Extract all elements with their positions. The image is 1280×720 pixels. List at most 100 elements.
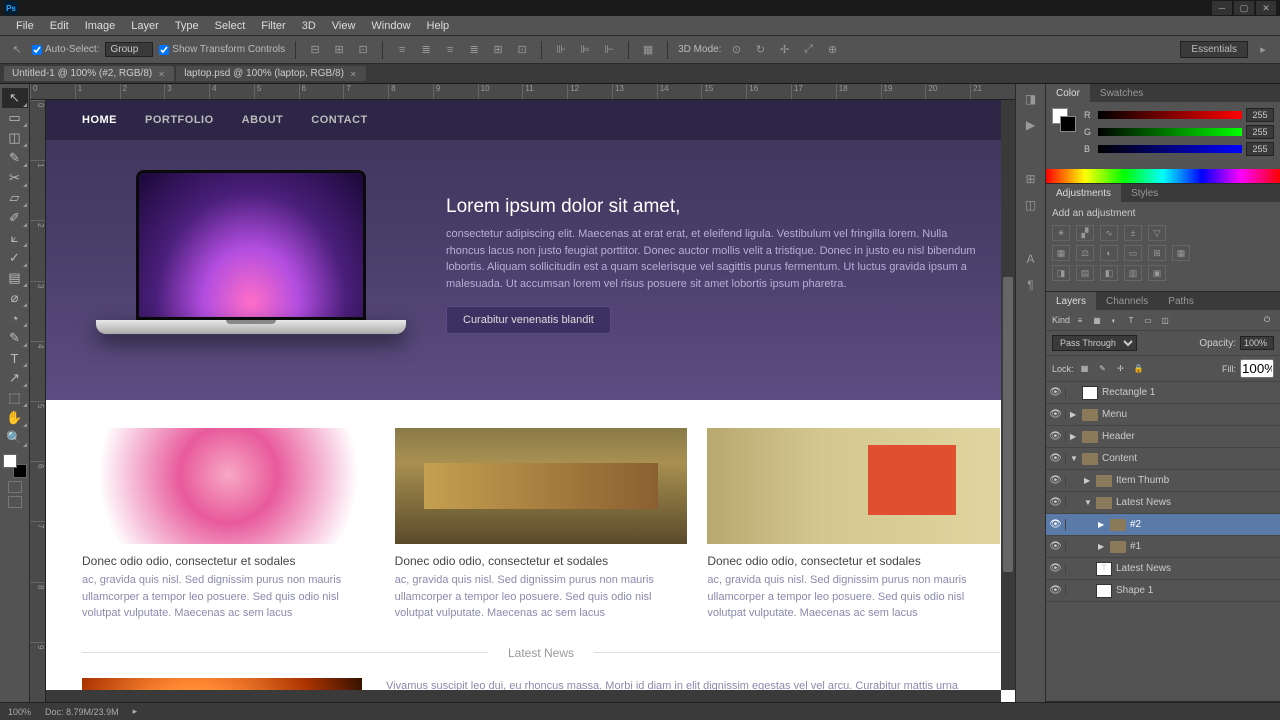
align-icon[interactable]: ≣ <box>417 41 435 59</box>
adj-threshold-icon[interactable]: ◧ <box>1100 265 1118 281</box>
char-icon[interactable]: A <box>1022 250 1040 268</box>
distribute-icon[interactable]: ⊩ <box>600 41 618 59</box>
filter-adj-icon[interactable]: ◐ <box>1107 313 1121 327</box>
filter-toggle[interactable]: ⏻ <box>1260 313 1274 327</box>
layer-row[interactable]: 👁Shape 1 <box>1046 580 1280 602</box>
show-transform-checkbox[interactable]: Show Transform Controls <box>159 44 285 55</box>
adj-hue-icon[interactable]: ▦ <box>1052 245 1070 261</box>
swatches-tab[interactable]: Swatches <box>1090 84 1153 102</box>
workspace-menu-icon[interactable]: ▸ <box>1254 41 1272 59</box>
visibility-icon[interactable]: 👁 <box>1046 387 1066 398</box>
adj-exposure-icon[interactable]: ± <box>1124 225 1142 241</box>
color-slider[interactable] <box>1098 111 1242 119</box>
menu-file[interactable]: File <box>8 20 42 32</box>
cta-button[interactable]: Curabitur venenatis blandit <box>446 306 611 334</box>
color-tab[interactable]: Color <box>1046 84 1090 102</box>
visibility-icon[interactable]: 👁 <box>1046 453 1066 464</box>
align-icon[interactable]: ≡ <box>393 41 411 59</box>
tool-button[interactable]: ✎ <box>2 148 28 168</box>
doc-info-arrow[interactable]: ▸ <box>133 706 138 717</box>
align-icon[interactable]: ⊞ <box>330 41 348 59</box>
color-slider[interactable] <box>1098 145 1242 153</box>
3d-icon[interactable]: ⊙ <box>727 41 745 59</box>
layer-row[interactable]: 👁▶Item Thumb <box>1046 470 1280 492</box>
align-icon[interactable]: ⊟ <box>306 41 324 59</box>
color-value-input[interactable] <box>1246 142 1274 156</box>
brush-icon[interactable]: ⊞ <box>1022 170 1040 188</box>
menu-layer[interactable]: Layer <box>123 20 167 32</box>
adj-curves-icon[interactable]: ∿ <box>1100 225 1118 241</box>
filter-shape-icon[interactable]: ▭ <box>1141 313 1155 327</box>
visibility-icon[interactable]: 👁 <box>1046 431 1066 442</box>
align-icon[interactable]: ≣ <box>465 41 483 59</box>
layer-row[interactable]: 👁▼Latest News <box>1046 492 1280 514</box>
menu-help[interactable]: Help <box>419 20 458 32</box>
nav-link[interactable]: HOME <box>82 114 117 126</box>
filter-smart-icon[interactable]: ◫ <box>1158 313 1172 327</box>
expand-arrow-icon[interactable]: ▶ <box>1070 410 1078 419</box>
color-swatches[interactable] <box>3 454 27 478</box>
screenmode-icon[interactable] <box>8 496 22 508</box>
expand-arrow-icon[interactable]: ▶ <box>1098 542 1106 551</box>
para-icon[interactable]: ¶ <box>1022 276 1040 294</box>
blend-mode-dropdown[interactable]: Pass Through <box>1052 335 1137 351</box>
layer-row[interactable]: 👁▶Header <box>1046 426 1280 448</box>
3d-icon[interactable]: ✢ <box>775 41 793 59</box>
tool-button[interactable]: T <box>2 348 28 368</box>
close-button[interactable]: ✕ <box>1256 1 1276 15</box>
nav-link[interactable]: PORTFOLIO <box>145 114 214 126</box>
close-icon[interactable]: ✕ <box>350 70 358 78</box>
visibility-icon[interactable]: 👁 <box>1046 563 1066 574</box>
auto-select-checkbox[interactable]: Auto-Select: <box>32 44 99 55</box>
distribute-icon[interactable]: ⊪ <box>552 41 570 59</box>
tool-button[interactable]: ✓ <box>2 248 28 268</box>
expand-arrow-icon[interactable]: ▶ <box>1098 520 1106 529</box>
adj-balance-icon[interactable]: ⚖ <box>1076 245 1094 261</box>
adj-mixer-icon[interactable]: ⊞ <box>1148 245 1166 261</box>
tool-button[interactable]: ✐ <box>2 208 28 228</box>
tool-button[interactable]: ↖ <box>2 88 28 108</box>
filter-dropdown[interactable]: ≡ <box>1073 313 1087 327</box>
tool-button[interactable]: ✎ <box>2 328 28 348</box>
filter-pixel-icon[interactable]: ▦ <box>1090 313 1104 327</box>
color-value-input[interactable] <box>1246 108 1274 122</box>
visibility-icon[interactable]: 👁 <box>1046 497 1066 508</box>
zoom-level[interactable]: 100% <box>8 707 31 717</box>
tool-button[interactable]: 🔍 <box>2 428 28 448</box>
expand-arrow-icon[interactable]: ▼ <box>1070 454 1078 463</box>
adj-bw-icon[interactable]: ◐ <box>1100 245 1118 261</box>
visibility-icon[interactable]: 👁 <box>1046 519 1066 530</box>
nav-link[interactable]: ABOUT <box>242 114 284 126</box>
scrollbar-vertical[interactable] <box>1001 100 1015 690</box>
menu-image[interactable]: Image <box>77 20 124 32</box>
align-icon[interactable]: ⊡ <box>354 41 372 59</box>
filter-text-icon[interactable]: T <box>1124 313 1138 327</box>
canvas[interactable]: HOMEPORTFOLIOABOUTCONTACT Lorem ipsum do… <box>46 100 1015 702</box>
fill-input[interactable] <box>1240 359 1274 378</box>
tool-button[interactable]: ⌀ <box>2 288 28 308</box>
styles-tab[interactable]: Styles <box>1121 184 1168 202</box>
distribute-icon[interactable]: ⊫ <box>576 41 594 59</box>
layer-row[interactable]: 👁▶Menu <box>1046 404 1280 426</box>
channels-tab[interactable]: Channels <box>1096 292 1158 310</box>
clone-icon[interactable]: ◫ <box>1022 196 1040 214</box>
tool-button[interactable]: ▭ <box>2 108 28 128</box>
lock-all-icon[interactable]: 🔒 <box>1132 362 1146 376</box>
menu-edit[interactable]: Edit <box>42 20 77 32</box>
minimize-button[interactable]: ─ <box>1212 1 1232 15</box>
adj-gradient-icon[interactable]: ▥ <box>1124 265 1142 281</box>
layer-row[interactable]: 👁▼Content <box>1046 448 1280 470</box>
adj-lookup-icon[interactable]: ▦ <box>1172 245 1190 261</box>
tool-button[interactable]: ▤ <box>2 268 28 288</box>
lock-transparent-icon[interactable]: ▦ <box>1078 362 1092 376</box>
color-value-input[interactable] <box>1246 125 1274 139</box>
history-icon[interactable]: ◨ <box>1022 90 1040 108</box>
expand-arrow-icon[interactable]: ▼ <box>1084 498 1092 507</box>
menu-select[interactable]: Select <box>207 20 254 32</box>
layers-tab[interactable]: Layers <box>1046 292 1096 310</box>
layer-row[interactable]: 👁▶#1 <box>1046 536 1280 558</box>
document-tab[interactable]: laptop.psd @ 100% (laptop, RGB/8)✕ <box>176 66 366 81</box>
actions-icon[interactable]: ▶ <box>1022 116 1040 134</box>
visibility-icon[interactable]: 👁 <box>1046 409 1066 420</box>
tool-button[interactable]: ✋ <box>2 408 28 428</box>
